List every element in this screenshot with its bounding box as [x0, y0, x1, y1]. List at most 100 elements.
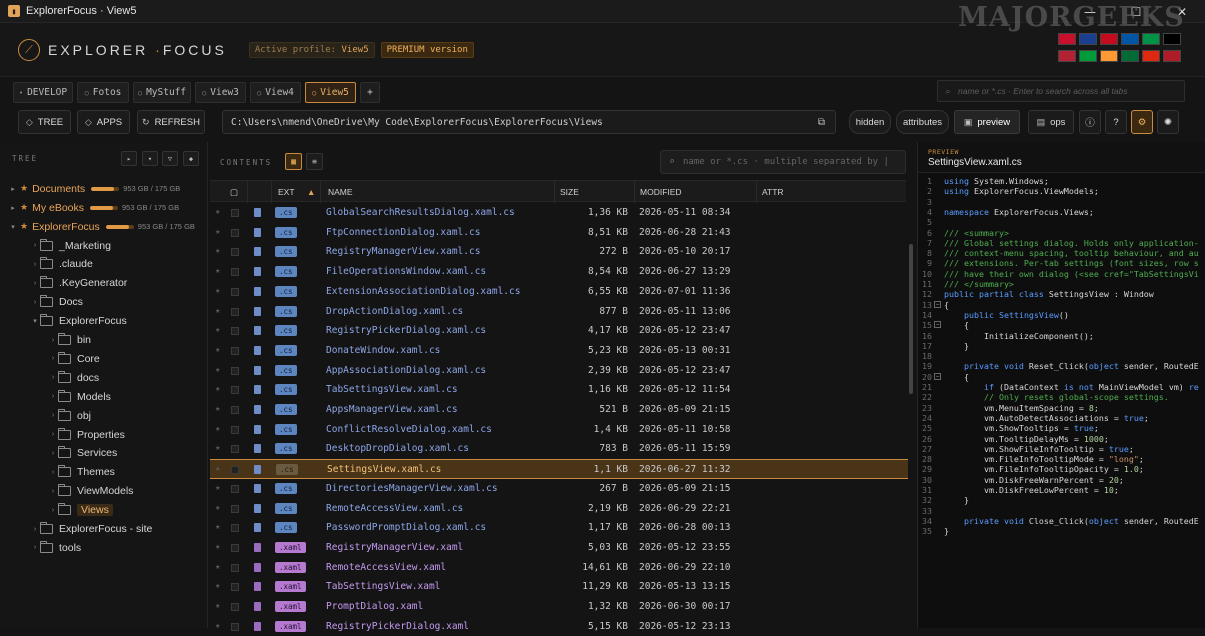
file-row[interactable]: ★ .cs DesktopDropDialog.xaml.cs 783 B 2026-0… — [210, 439, 908, 459]
help-button[interactable]: ? — [1105, 110, 1127, 134]
ops-button[interactable]: ▤ ops — [1028, 110, 1074, 134]
chevron-right-icon[interactable]: › — [48, 431, 58, 438]
star-icon[interactable]: ★ — [215, 581, 220, 591]
chevron-right-icon[interactable]: ▸ — [8, 204, 18, 212]
file-row[interactable]: ★ .cs AppAssociationDialog.xaml.cs 2,39 KB 2… — [210, 361, 908, 381]
flag-icon[interactable] — [1142, 33, 1160, 45]
col-modified[interactable]: MODIFIED — [640, 187, 682, 197]
tree-folder[interactable]: › Themes — [48, 463, 115, 482]
grid-view-icon[interactable]: ▦ — [285, 153, 302, 170]
tab-mystuff[interactable]: ○ MyStuff — [133, 82, 191, 103]
chevron-right-icon[interactable]: ▸ — [8, 185, 18, 193]
star-icon[interactable]: ★ — [215, 266, 220, 276]
file-row[interactable]: ★ .xaml PromptDialog.xaml 1,32 KB 2026-06-30… — [210, 597, 908, 617]
tree-folder[interactable]: › Models — [48, 387, 111, 406]
file-row[interactable]: ★ .cs DirectoriesManagerView.xaml.cs 267 B 2… — [210, 479, 908, 499]
flag-icon[interactable] — [1121, 50, 1139, 62]
refresh-button[interactable]: ↻ REFRESH — [137, 110, 205, 134]
tree-folder[interactable]: › Views — [48, 501, 113, 520]
collapse-icon[interactable]: ▾ — [142, 151, 158, 166]
col-ext[interactable]: EXT — [278, 187, 295, 197]
chevron-right-icon[interactable]: › — [30, 526, 40, 533]
file-row[interactable]: ★ .cs ExtensionAssociationDialog.xaml.cs 6,… — [210, 282, 908, 302]
chevron-right-icon[interactable]: › — [30, 299, 40, 306]
row-checkbox[interactable] — [231, 543, 239, 552]
tree-folder[interactable]: › tools — [30, 538, 81, 557]
flag-icon[interactable] — [1100, 33, 1118, 45]
filter-icon[interactable]: ▽ — [162, 151, 178, 166]
tree-folder[interactable]: › .KeyGenerator — [30, 274, 127, 293]
star-icon[interactable]: ★ — [215, 601, 220, 611]
file-row[interactable]: ★ .xaml TabSettingsView.xaml 11,29 KB 2026-0… — [210, 577, 908, 597]
chevron-right-icon[interactable]: › — [48, 412, 58, 419]
star-icon[interactable]: ★ — [215, 404, 220, 414]
flag-icon[interactable] — [1142, 50, 1160, 62]
tab-view5[interactable]: ○ View5 — [305, 82, 356, 103]
star-icon[interactable]: ★ — [215, 345, 220, 355]
chevron-right-icon[interactable]: › — [48, 507, 58, 514]
row-checkbox[interactable] — [231, 287, 239, 296]
flag-icon[interactable] — [1079, 50, 1097, 62]
expand-icon[interactable]: ▸ — [121, 151, 137, 166]
list-view-icon[interactable]: ≡ — [306, 153, 323, 170]
file-row[interactable]: ★ .cs RegistryPickerDialog.xaml.cs 4,17 KB 2… — [210, 321, 908, 341]
tree-button[interactable]: ◇ TREE — [18, 110, 71, 134]
tab-develop[interactable]: • DEVELOP — [13, 82, 73, 103]
file-row[interactable]: ★ .cs TabSettingsView.xaml.cs 1,16 KB 2026-0… — [210, 380, 908, 400]
file-row[interactable]: ★ .cs ConflictResolveDialog.xaml.cs 1,4 KB 2… — [210, 420, 908, 440]
star-icon[interactable]: ★ — [215, 443, 220, 453]
row-checkbox[interactable] — [231, 603, 239, 611]
star-icon[interactable]: ★ — [215, 503, 220, 513]
row-checkbox[interactable] — [231, 307, 239, 316]
tree-folder[interactable]: › Core — [48, 349, 100, 368]
fold-toggle-icon[interactable]: − — [934, 300, 941, 308]
row-checkbox[interactable] — [231, 563, 239, 572]
row-checkbox[interactable] — [231, 583, 239, 592]
copy-path-icon[interactable]: ⧉ — [818, 117, 825, 128]
flag-icon[interactable] — [1100, 50, 1118, 62]
chevron-right-icon[interactable]: › — [48, 488, 58, 495]
filter-input[interactable]: ⌕ name or *.cs · multiple separated by | — [660, 150, 906, 174]
star-icon[interactable]: ★ — [215, 306, 220, 316]
tree-favorite[interactable]: ▸ ★ Documents 953 GB / 175 GB — [8, 179, 180, 198]
chevron-right-icon[interactable]: › — [30, 261, 40, 268]
tree-folder[interactable]: › bin — [48, 331, 91, 350]
row-checkbox[interactable] — [231, 466, 239, 475]
tree-favorite[interactable]: ▸ ★ My eBooks 953 GB / 175 GB — [8, 198, 179, 217]
chevron-down-icon[interactable]: ▾ — [30, 317, 40, 325]
select-all-checkbox[interactable]: ▢ — [230, 187, 238, 198]
fold-toggle-icon[interactable]: − — [934, 372, 941, 380]
file-row[interactable]: ★ .xaml RegistryPickerDialog.xaml 5,15 KB 20… — [210, 617, 908, 636]
star-icon[interactable]: ★ — [215, 365, 220, 375]
row-checkbox[interactable] — [231, 484, 239, 493]
settings-button[interactable]: ⚙ — [1131, 110, 1153, 134]
file-row[interactable]: ★ .cs DropActionDialog.xaml.cs 877 B 2026-05… — [210, 302, 908, 322]
chevron-right-icon[interactable]: › — [48, 374, 58, 381]
chevron-right-icon[interactable]: › — [30, 280, 40, 287]
tree-folder[interactable]: › Docs — [30, 293, 83, 312]
star-icon[interactable]: ★ — [215, 207, 220, 217]
file-row[interactable]: ★ .cs PasswordPromptDialog.xaml.cs 1,17 KB 2… — [210, 518, 908, 538]
star-icon[interactable]: ★ — [215, 464, 220, 474]
hidden-toggle[interactable]: hidden — [849, 110, 891, 134]
chevron-down-icon[interactable]: ▾ — [8, 223, 18, 231]
tree-folder[interactable]: › docs — [48, 368, 99, 387]
file-row[interactable]: ★ .cs RemoteAccessView.xaml.cs 2,19 KB 2026-… — [210, 499, 908, 519]
tree-folder[interactable]: › _Marketing — [30, 236, 111, 255]
row-checkbox[interactable] — [231, 386, 239, 395]
chevron-right-icon[interactable]: › — [48, 337, 58, 344]
star-icon[interactable]: ★ — [215, 621, 220, 631]
row-checkbox[interactable] — [231, 268, 239, 277]
tree-folder[interactable]: › ExplorerFocus - site — [30, 520, 152, 539]
file-row[interactable]: ★ .cs AppsManagerView.xaml.cs 521 B 2026-05-… — [210, 400, 908, 420]
row-checkbox[interactable] — [231, 346, 239, 355]
attributes-toggle[interactable]: attributes — [896, 110, 949, 134]
chevron-right-icon[interactable]: › — [48, 393, 58, 400]
star-icon[interactable]: ★ — [215, 562, 220, 572]
fold-toggle-icon[interactable]: − — [934, 321, 941, 329]
col-attr[interactable]: ATTR — [762, 187, 784, 197]
star-icon[interactable]: ★ — [215, 227, 220, 237]
row-checkbox[interactable] — [231, 504, 239, 513]
star-icon[interactable]: ★ — [215, 424, 220, 434]
row-checkbox[interactable] — [231, 209, 239, 217]
